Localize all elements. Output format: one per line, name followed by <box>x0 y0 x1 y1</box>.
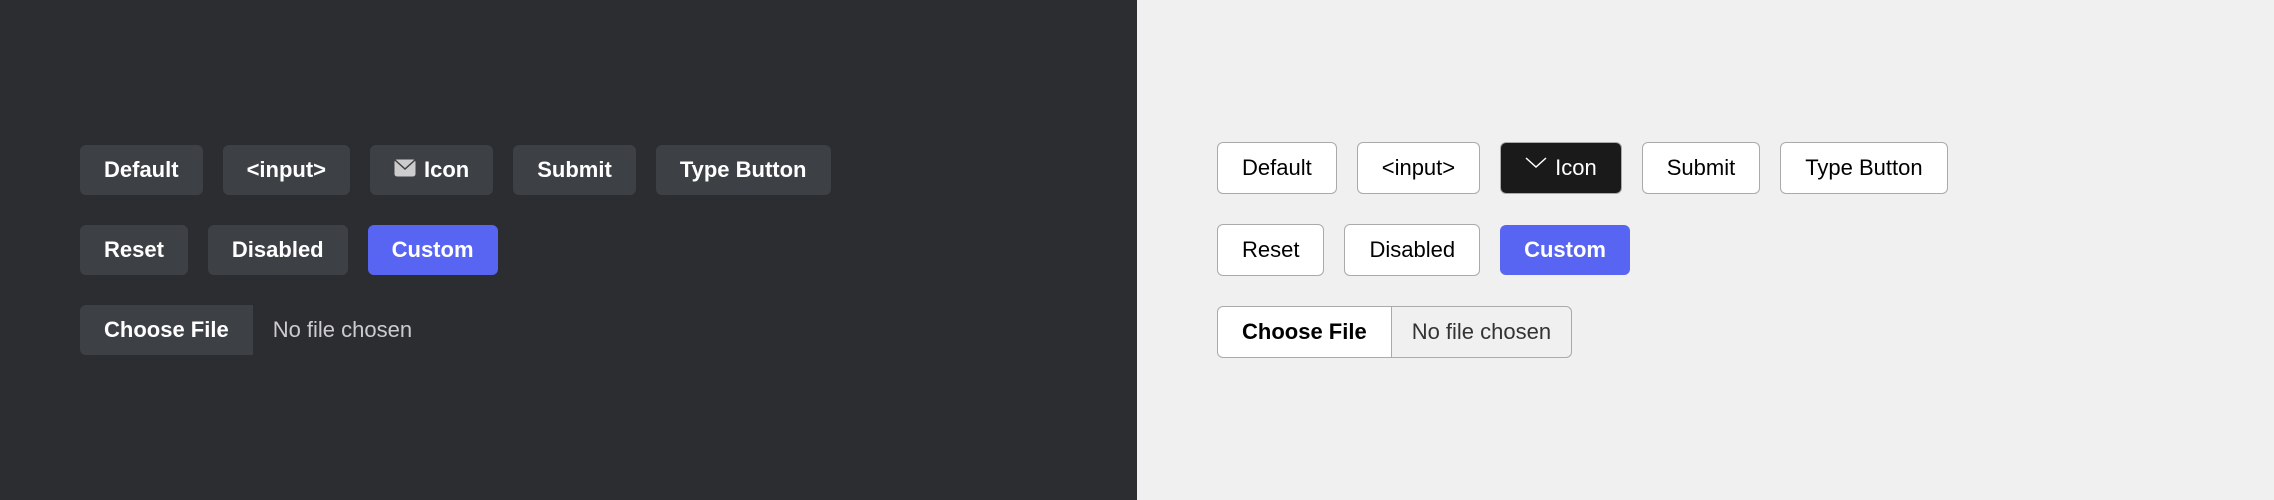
dark-panel: Default <input> Icon Submit Type Button … <box>0 0 1137 500</box>
dark-reset-button[interactable]: Reset <box>80 225 188 275</box>
dark-input-button[interactable]: <input> <box>223 145 350 195</box>
light-input-button[interactable]: <input> <box>1357 142 1480 194</box>
dark-disabled-button[interactable]: Disabled <box>208 225 348 275</box>
light-type-button-label: Type Button <box>1805 155 1922 181</box>
dark-icon-label: Icon <box>424 157 469 183</box>
light-reset-label: Reset <box>1242 237 1299 263</box>
dark-custom-button[interactable]: Custom <box>368 225 498 275</box>
dark-reset-label: Reset <box>104 237 164 263</box>
light-submit-label: Submit <box>1667 155 1735 181</box>
dark-submit-label: Submit <box>537 157 612 183</box>
dark-row-1: Default <input> Icon Submit Type Button <box>80 145 831 195</box>
light-disabled-label: Disabled <box>1369 237 1455 263</box>
dark-type-button[interactable]: Type Button <box>656 145 831 195</box>
light-choose-file-button[interactable]: Choose File <box>1217 306 1392 358</box>
dark-default-button[interactable]: Default <box>80 145 203 195</box>
light-choose-file-label: Choose File <box>1242 319 1367 344</box>
light-custom-button[interactable]: Custom <box>1500 225 1630 275</box>
light-type-button[interactable]: Type Button <box>1780 142 1947 194</box>
dark-choose-file-button[interactable]: Choose File <box>80 305 253 355</box>
dark-no-file-label: No file chosen <box>253 305 432 355</box>
light-icon-label: Icon <box>1555 155 1597 181</box>
dark-icon-button[interactable]: Icon <box>370 145 493 195</box>
light-no-file-label: No file chosen <box>1392 306 1572 358</box>
light-panel: Default <input> Icon Submit Type Button … <box>1137 0 2274 500</box>
dark-input-label: <input> <box>247 157 326 183</box>
light-default-label: Default <box>1242 155 1312 181</box>
light-row-1: Default <input> Icon Submit Type Button <box>1217 142 1948 194</box>
dark-choose-file-label: Choose File <box>104 317 229 342</box>
light-reset-button[interactable]: Reset <box>1217 224 1324 276</box>
light-disabled-button[interactable]: Disabled <box>1344 224 1480 276</box>
light-input-label: <input> <box>1382 155 1455 181</box>
dark-type-button-label: Type Button <box>680 157 807 183</box>
dark-file-input: Choose File No file chosen <box>80 305 432 355</box>
light-icon-button[interactable]: Icon <box>1500 142 1622 194</box>
mail-icon <box>394 157 416 183</box>
dark-default-label: Default <box>104 157 179 183</box>
light-submit-button[interactable]: Submit <box>1642 142 1760 194</box>
dark-disabled-label: Disabled <box>232 237 324 263</box>
mail-icon-light <box>1525 155 1547 181</box>
light-default-button[interactable]: Default <box>1217 142 1337 194</box>
dark-row-2: Reset Disabled Custom <box>80 225 498 275</box>
dark-custom-label: Custom <box>392 237 474 262</box>
light-file-input: Choose File No file chosen <box>1217 306 1572 358</box>
dark-submit-button[interactable]: Submit <box>513 145 636 195</box>
light-row-2: Reset Disabled Custom <box>1217 224 1630 276</box>
light-custom-label: Custom <box>1524 237 1606 262</box>
